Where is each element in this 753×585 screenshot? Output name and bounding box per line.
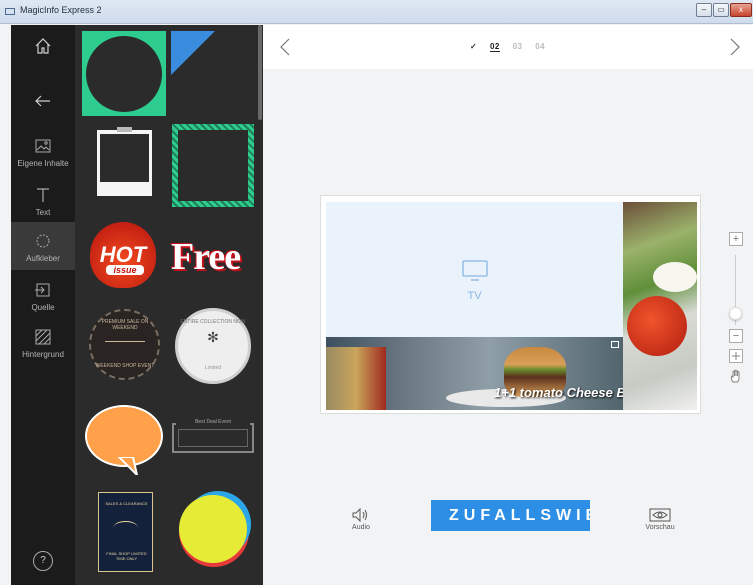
audio-button[interactable]: Audio xyxy=(334,500,388,542)
badge-bottom-text: WEEKEND SHOP EVENT xyxy=(95,363,155,369)
sticker-speech-bubble[interactable] xyxy=(85,405,163,475)
rail-label: Aufkleber xyxy=(26,254,60,263)
sticker-ribbon-banner[interactable]: Best Deal Event xyxy=(172,419,254,453)
panel-scrollbar[interactable] xyxy=(258,25,262,120)
sticker-hot-issue[interactable]: HOT issue xyxy=(90,222,156,288)
poster-ornament xyxy=(113,521,138,535)
eye-icon xyxy=(649,508,671,522)
bottles-shape xyxy=(326,347,386,410)
check-icon: ✓ xyxy=(470,42,478,51)
salad-image[interactable] xyxy=(623,202,697,410)
zoom-in-button[interactable]: + xyxy=(729,232,743,246)
badge-top-text: PREMIUM SALE ON WEEKEND xyxy=(101,319,149,331)
badge-top-text: ENTIRE COLLECTION NOW xyxy=(180,319,246,325)
sticker-panel: HOT issue Free PREMIUM SALE ON WEEKEND W… xyxy=(75,25,263,585)
tape xyxy=(117,127,132,132)
ticker-text[interactable]: ZUFALLSWIE xyxy=(431,500,590,531)
photo-area xyxy=(100,134,149,182)
frame-inner xyxy=(178,130,248,201)
speaker-icon xyxy=(352,508,367,522)
background-icon xyxy=(35,329,51,345)
star-icon: ✻ xyxy=(207,329,219,345)
home-button[interactable] xyxy=(11,37,75,63)
next-page-icon[interactable] xyxy=(730,38,740,56)
window-title: MagicInfo Express 2 xyxy=(20,5,102,15)
fit-screen-icon[interactable] xyxy=(729,349,743,363)
rail-item-aufkleber[interactable]: Aufkleber xyxy=(11,222,75,270)
tomato-shape xyxy=(627,296,687,356)
rail-label: Quelle xyxy=(31,303,55,312)
sticker-color-circles[interactable] xyxy=(175,491,251,567)
sticker-white-badge[interactable]: ENTIRE COLLECTION NOW ✻ Limited xyxy=(175,308,251,384)
minimize-button[interactable]: – xyxy=(696,3,712,17)
tv-label: TV xyxy=(467,290,482,302)
page-02[interactable]: 02 xyxy=(489,42,500,52)
badge-bottom-text: Limited xyxy=(204,365,222,371)
bubble-tail xyxy=(117,457,139,475)
video-icon xyxy=(611,341,619,348)
back-button[interactable] xyxy=(11,95,75,115)
sticker-free[interactable]: Free xyxy=(171,235,255,279)
rail-label: Hintergrund xyxy=(22,350,64,359)
arrow-left-icon xyxy=(35,95,50,107)
close-button[interactable]: x xyxy=(730,3,752,17)
rail-item-eigene-inhalte[interactable]: Eigene Inhalte xyxy=(11,133,75,179)
cheese-shape xyxy=(653,262,697,292)
poster-top-text: SALES & CLEARANCE xyxy=(105,501,148,506)
zoom-slider-handle[interactable] xyxy=(729,307,742,320)
app-icon xyxy=(5,8,15,15)
audio-label: Audio xyxy=(352,524,370,531)
sticker-navy-poster[interactable]: SALES & CLEARANCE FINAL SHOP LIMITED TIM… xyxy=(98,492,153,572)
poster-bottom-text: FINAL SHOP LIMITED TIME ONLY xyxy=(106,551,147,561)
promo-text: 1+1 tomato Cheese Burger xyxy=(494,385,623,400)
source-icon xyxy=(35,283,50,297)
sticker-striped-frame[interactable] xyxy=(172,124,254,207)
circle-shape xyxy=(86,36,162,112)
sticker-blue-triangle[interactable] xyxy=(171,31,215,75)
hand-pan-icon[interactable] xyxy=(729,369,743,383)
ribbon-text: Best Deal Event xyxy=(176,419,250,425)
image-icon xyxy=(35,139,51,153)
left-rail: Eigene Inhalte Text Aufkleber Quelle Hin… xyxy=(11,25,75,585)
help-icon: ? xyxy=(33,551,53,571)
sticker-green-circle[interactable] xyxy=(82,31,166,116)
rail-item-hintergrund[interactable]: Hintergrund xyxy=(11,324,75,370)
sticker-dark-badge[interactable]: PREMIUM SALE ON WEEKEND WEEKEND SHOP EVE… xyxy=(89,309,160,380)
issue-text: issue xyxy=(106,265,144,275)
page-03[interactable]: 03 xyxy=(513,42,523,51)
preview-label: Vorschau xyxy=(645,524,675,531)
home-icon xyxy=(35,38,51,54)
preview-button[interactable]: Vorschau xyxy=(633,500,687,542)
rail-label: Text xyxy=(35,208,51,217)
divider xyxy=(105,341,145,342)
layout-canvas[interactable]: TV 1+1 tomato Cheese Burger xyxy=(320,195,701,414)
prev-page-icon[interactable] xyxy=(280,38,290,56)
rail-label: Eigene Inhalte xyxy=(17,159,69,168)
burger-image[interactable]: 1+1 tomato Cheese Burger xyxy=(326,337,623,410)
text-icon xyxy=(37,188,49,202)
tv-zone[interactable]: TV xyxy=(326,202,623,337)
page-nav-bar: ✓ 02 03 04 xyxy=(263,25,753,69)
maximize-button[interactable]: ▭ xyxy=(713,3,729,17)
sticker-icon xyxy=(36,234,50,248)
page-04[interactable]: 04 xyxy=(535,42,545,51)
page-indicator: ✓ 02 03 04 xyxy=(470,42,555,52)
circle-yellow xyxy=(179,495,247,563)
tv-icon xyxy=(462,260,488,281)
title-bar: MagicInfo Express 2 – ▭ x xyxy=(0,0,753,24)
help-button[interactable]: ? xyxy=(11,551,75,573)
sticker-polaroid-frame[interactable] xyxy=(97,127,152,196)
ribbon-inner xyxy=(178,429,248,447)
zoom-out-button[interactable]: − xyxy=(729,329,743,343)
rail-item-quelle[interactable]: Quelle xyxy=(11,277,75,323)
